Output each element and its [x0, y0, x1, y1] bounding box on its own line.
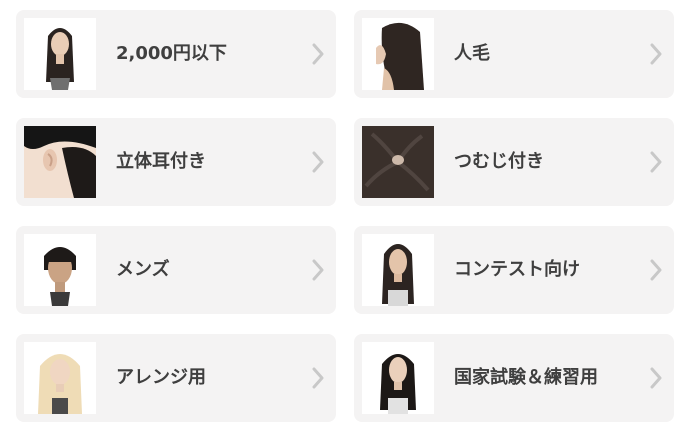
category-card-human-hair[interactable]: 人毛 — [354, 10, 674, 98]
crown-whorl-thumbnail — [362, 126, 434, 198]
category-label: 人毛 — [454, 43, 490, 64]
chevron-right-icon — [312, 43, 324, 65]
category-label: アレンジ用 — [116, 367, 206, 388]
crown-whorl-image — [362, 126, 434, 198]
category-label: つむじ付き — [454, 151, 544, 172]
mannequin-long-dark-image — [362, 234, 434, 306]
category-card-contest[interactable]: コンテスト向け — [354, 226, 674, 314]
category-card-national-exam[interactable]: 国家試験＆練習用 — [354, 334, 674, 422]
mannequin-long-dark-image — [362, 342, 434, 414]
category-card-under-2000[interactable]: 2,000円以下 — [16, 10, 336, 98]
mannequin-short-dark-image — [24, 234, 96, 306]
category-label: 国家試験＆練習用 — [454, 367, 598, 388]
mannequin-long-dark-image — [24, 18, 96, 90]
category-label: メンズ — [116, 259, 170, 280]
human-hair-thumbnail — [362, 18, 434, 90]
mannequin-long-dark-thumbnail — [24, 18, 96, 90]
category-card-crown-whorl[interactable]: つむじ付き — [354, 118, 674, 206]
chevron-right-icon — [650, 367, 662, 389]
mannequin-long-blonde-thumbnail — [24, 342, 96, 414]
ear-closeup-image — [24, 126, 96, 198]
category-card-3d-ears[interactable]: 立体耳付き — [16, 118, 336, 206]
mannequin-long-blonde-image — [24, 342, 96, 414]
category-label: 2,000円以下 — [116, 43, 227, 64]
mannequin-long-dark-thumbnail — [362, 234, 434, 306]
chevron-right-icon — [650, 151, 662, 173]
chevron-right-icon — [312, 367, 324, 389]
chevron-right-icon — [312, 151, 324, 173]
chevron-right-icon — [650, 259, 662, 281]
category-label: コンテスト向け — [454, 259, 580, 280]
mannequin-short-dark-thumbnail — [24, 234, 96, 306]
category-card-arrange[interactable]: アレンジ用 — [16, 334, 336, 422]
category-label: 立体耳付き — [116, 151, 206, 172]
chevron-right-icon — [650, 43, 662, 65]
category-card-mens[interactable]: メンズ — [16, 226, 336, 314]
category-grid: 2,000円以下 人毛 立体耳付き つむじ付き メンズ コンテスト向け アレンジ… — [0, 0, 690, 434]
chevron-right-icon — [312, 259, 324, 281]
mannequin-long-dark-thumbnail — [362, 342, 434, 414]
ear-closeup-thumbnail — [24, 126, 96, 198]
human-hair-side-image — [362, 18, 434, 90]
